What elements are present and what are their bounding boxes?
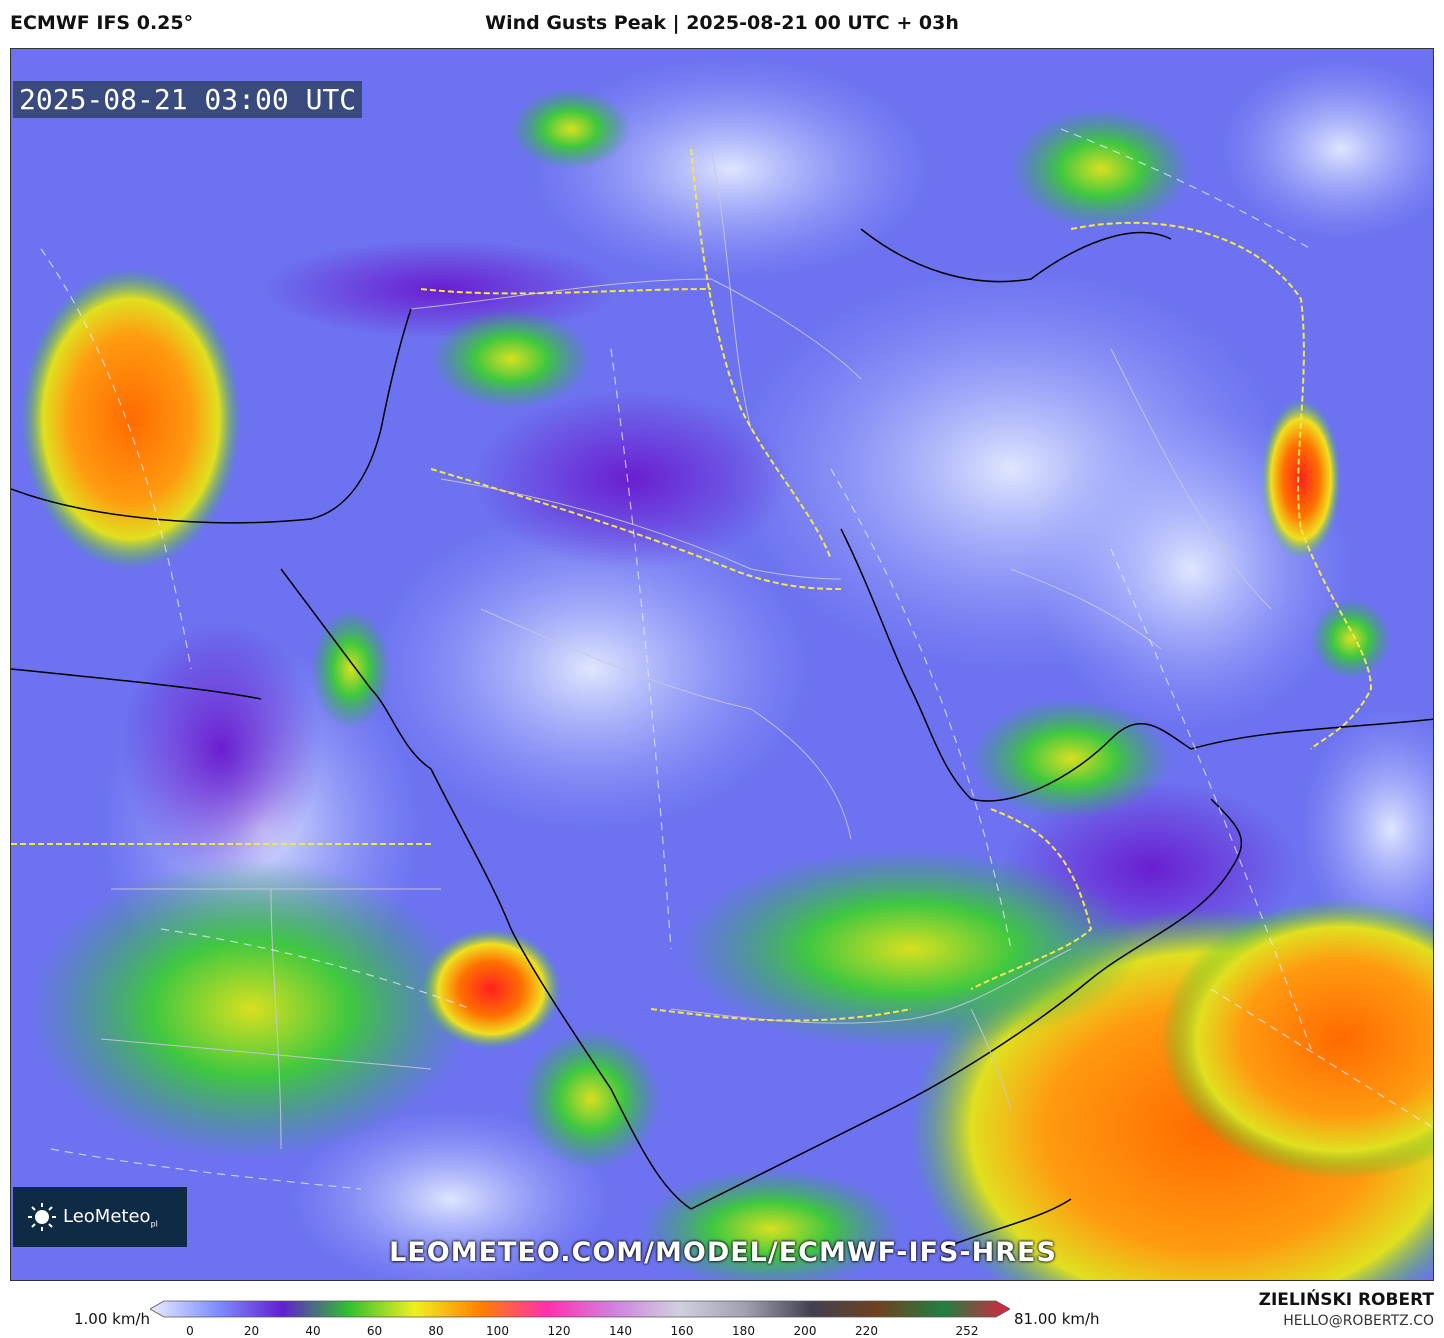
colorbar-tick-label: 0 bbox=[186, 1324, 194, 1338]
colorbar-tick-label: 120 bbox=[547, 1324, 571, 1338]
logo-text: LeoMeteopl bbox=[63, 1205, 158, 1229]
colorbar-tick-label: 80 bbox=[428, 1324, 444, 1338]
colorbar-tick-label: 252 bbox=[955, 1324, 979, 1338]
chart-title: Wind Gusts Peak | 2025-08-21 00 UTC + 03… bbox=[485, 12, 959, 34]
author-email: HELLO@ROBERTZ.CO bbox=[1283, 1313, 1434, 1329]
colorbar-tick-label: 200 bbox=[793, 1324, 817, 1338]
colorbar-tick-label: 160 bbox=[670, 1324, 694, 1338]
colorbar bbox=[150, 1300, 1010, 1318]
colorbar-tick-label: 40 bbox=[305, 1324, 321, 1338]
wind-gust-map: 2025-08-21 03:00 UTC LeoMeteopl LEOMETEO… bbox=[10, 48, 1434, 1281]
author-credit: ZIELIŃSKI ROBERT HELLO@ROBERTZ.CO bbox=[1259, 1290, 1434, 1329]
colorbar-tick-label: 100 bbox=[486, 1324, 509, 1338]
colorbar-tick-label: 180 bbox=[732, 1324, 755, 1338]
colorbar-tick-label: 140 bbox=[609, 1324, 632, 1338]
colorbar-legend: 1.00 km/h 81.00 km/h 0 20 40 60 80 100 120 140 1… bbox=[0, 1290, 1444, 1338]
watermark-url: LEOMETEO.COM/MODEL/ECMWF-IFS-HRES bbox=[389, 1237, 1057, 1268]
timestamp-label: 2025-08-21 03:00 UTC bbox=[13, 81, 363, 118]
sun-icon bbox=[28, 1203, 56, 1231]
author-name: ZIELIŃSKI ROBERT bbox=[1258, 1290, 1434, 1310]
map-raster bbox=[11, 49, 1433, 1280]
colorbar-tick-label: 220 bbox=[855, 1324, 878, 1338]
legend-min-label: 1.00 km/h bbox=[74, 1310, 151, 1328]
colorbar-tick-label: 20 bbox=[243, 1324, 260, 1338]
legend-max-label: 81.00 km/h bbox=[1014, 1310, 1100, 1328]
colorbar-tick-label: 60 bbox=[366, 1324, 383, 1338]
